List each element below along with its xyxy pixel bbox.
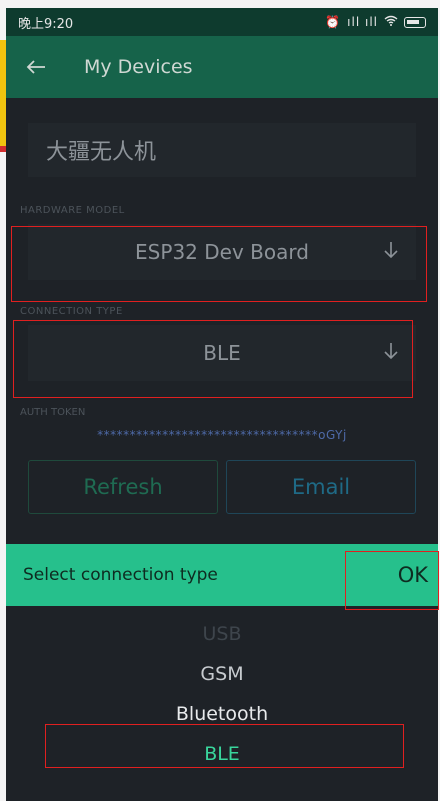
email-button[interactable]: Email: [226, 460, 416, 514]
connection-type-label: CONNECTION TYPE: [20, 306, 123, 317]
highlight-ble-box: [45, 724, 404, 768]
signal-icon: ıll ıll: [347, 15, 378, 29]
device-form: 大疆无人机 HARDWARE MODEL ESP32 Dev Board CON…: [6, 123, 438, 514]
device-name-field[interactable]: 大疆无人机: [28, 123, 416, 177]
picker-option-gsm[interactable]: GSM: [6, 654, 438, 694]
status-time: 晚上9:20: [18, 16, 74, 32]
phone-screen: 晚上9:20 ⏰ ıll ıll My Devices 大疆无人机 HARDWA…: [6, 8, 438, 801]
status-icons: ⏰ ıll ıll: [325, 15, 426, 29]
wifi-icon: [384, 15, 398, 29]
highlight-hardware-box: [11, 226, 427, 302]
highlight-ok-box: [345, 551, 439, 610]
highlight-connection-box: [13, 320, 413, 398]
picker-title: Select connection type: [23, 565, 218, 585]
auth-token-value: **********************************oGYj: [97, 428, 347, 442]
picker-option-usb[interactable]: USB: [6, 614, 438, 654]
page-title: My Devices: [84, 56, 193, 78]
back-arrow-icon[interactable]: [22, 53, 50, 81]
app-bar: My Devices: [6, 36, 438, 98]
action-buttons: Refresh Email: [20, 460, 424, 514]
auth-token-label: AUTH TOKEN: [20, 407, 86, 418]
battery-icon: [404, 16, 426, 28]
refresh-button[interactable]: Refresh: [28, 460, 218, 514]
status-bar: 晚上9:20 ⏰ ıll ıll: [6, 8, 438, 36]
hardware-model-label: HARDWARE MODEL: [20, 205, 125, 216]
alarm-icon: ⏰: [325, 15, 342, 29]
